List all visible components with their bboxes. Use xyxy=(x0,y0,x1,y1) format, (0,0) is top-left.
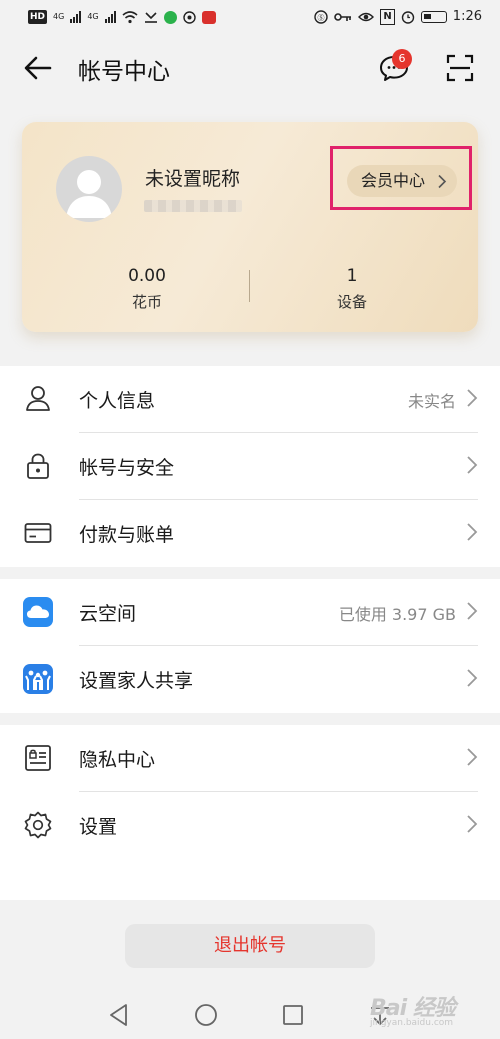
app-notification-icon xyxy=(163,10,177,24)
circle-badge-icon: Ⓢ xyxy=(314,10,329,24)
list-item-settings[interactable]: 设置 xyxy=(0,792,500,859)
account-section: 个人信息 未实名 帐号与安全 付款与账单 xyxy=(0,366,500,567)
list-item-label: 帐号与安全 xyxy=(79,457,175,479)
key-icon xyxy=(334,13,352,21)
chevron-right-icon xyxy=(467,523,478,541)
app-notification-icon-2 xyxy=(201,10,216,24)
stat-devices-value: 1 xyxy=(346,266,358,286)
family-app-icon xyxy=(23,664,53,694)
signal-icon xyxy=(70,11,82,23)
card-icon xyxy=(24,523,52,543)
cloud-app-icon xyxy=(23,597,53,627)
list-item-cloud-space[interactable]: 云空间 已使用 3.97 GB xyxy=(0,579,500,646)
stat-coins[interactable]: 0.00 花币 xyxy=(87,266,207,312)
services-section: 云空间 已使用 3.97 GB 设置家人共享 xyxy=(0,579,500,713)
list-item-payment-billing[interactable]: 付款与账单 xyxy=(0,500,500,567)
logout-button[interactable]: 退出帐号 xyxy=(125,924,375,968)
wifi-icon xyxy=(122,10,138,23)
gear-icon xyxy=(24,811,52,839)
avatar[interactable] xyxy=(56,156,122,222)
chevron-right-icon xyxy=(438,174,447,189)
vip-center-label: 会员中心 xyxy=(361,171,426,190)
scan-icon[interactable] xyxy=(444,52,476,84)
profile-card: 未设置昵称 会员中心 0.00 花币 1 设备 xyxy=(22,122,478,332)
chevron-right-icon xyxy=(467,389,478,407)
nav-home-icon[interactable] xyxy=(193,1002,219,1028)
chevron-right-icon xyxy=(467,669,478,687)
battery-icon xyxy=(420,11,447,23)
list-item-family-sharing[interactable]: 设置家人共享 xyxy=(0,646,500,713)
stat-coins-value: 0.00 xyxy=(128,266,166,286)
page-title: 帐号中心 xyxy=(78,59,170,85)
list-item-label: 隐私中心 xyxy=(79,749,156,771)
watermark: Bai 经验 jingyan.baidu.com xyxy=(370,990,456,1028)
stat-divider xyxy=(249,270,250,302)
nav-recents-icon[interactable] xyxy=(280,1002,306,1028)
list-item-label: 付款与账单 xyxy=(79,524,175,546)
list-item-privacy-center[interactable]: 隐私中心 xyxy=(0,725,500,792)
notification-ring-icon xyxy=(182,10,196,24)
eye-icon xyxy=(358,12,375,22)
stat-devices[interactable]: 1 设备 xyxy=(292,266,412,312)
nfc-icon: N xyxy=(380,9,395,25)
list-item-label: 个人信息 xyxy=(79,390,156,412)
nickname: 未设置昵称 xyxy=(145,168,241,190)
vip-center-button[interactable]: 会员中心 xyxy=(347,165,457,197)
watermark-url: jingyan.baidu.com xyxy=(370,1018,454,1028)
chevron-right-icon xyxy=(467,815,478,833)
hd-icon: HD xyxy=(28,10,48,24)
message-badge: 6 xyxy=(392,49,412,69)
list-item-personal-info[interactable]: 个人信息 未实名 xyxy=(0,366,500,433)
lock-icon xyxy=(27,453,49,479)
alarm-icon xyxy=(401,11,414,24)
settings-section: 隐私中心 设置 xyxy=(0,725,500,900)
network-4g-label: 4G xyxy=(53,12,65,21)
status-bar: HD 4G 4G Ⓢ N 1:26 xyxy=(0,0,500,34)
missed-call-icon xyxy=(144,11,157,23)
person-icon xyxy=(26,386,50,411)
chevron-right-icon xyxy=(467,602,478,620)
back-arrow-icon[interactable] xyxy=(22,52,54,84)
list-item-account-security[interactable]: 帐号与安全 xyxy=(0,433,500,500)
nav-back-icon[interactable] xyxy=(106,1002,132,1028)
app-header: 帐号中心 6 xyxy=(0,34,500,102)
list-item-value: 已使用 3.97 GB xyxy=(338,605,456,624)
network-4g-label-2: 4G xyxy=(87,12,99,21)
chevron-right-icon xyxy=(467,456,478,474)
chevron-right-icon xyxy=(467,748,478,766)
list-item-value: 未实名 xyxy=(407,392,456,411)
svg-text:Ⓢ: Ⓢ xyxy=(318,14,325,22)
clock-time: 1:26 xyxy=(452,9,482,24)
list-item-label: 云空间 xyxy=(79,603,137,625)
list-item-label: 设置 xyxy=(79,816,118,838)
privacy-icon xyxy=(25,745,51,771)
stat-coins-label: 花币 xyxy=(131,293,162,311)
vip-highlight-box: 会员中心 xyxy=(330,146,472,210)
signal-icon-2 xyxy=(104,11,116,23)
default-avatar-icon xyxy=(66,170,112,218)
list-item-label: 设置家人共享 xyxy=(79,670,194,692)
account-id-masked xyxy=(144,200,242,212)
stat-devices-label: 设备 xyxy=(336,293,367,311)
